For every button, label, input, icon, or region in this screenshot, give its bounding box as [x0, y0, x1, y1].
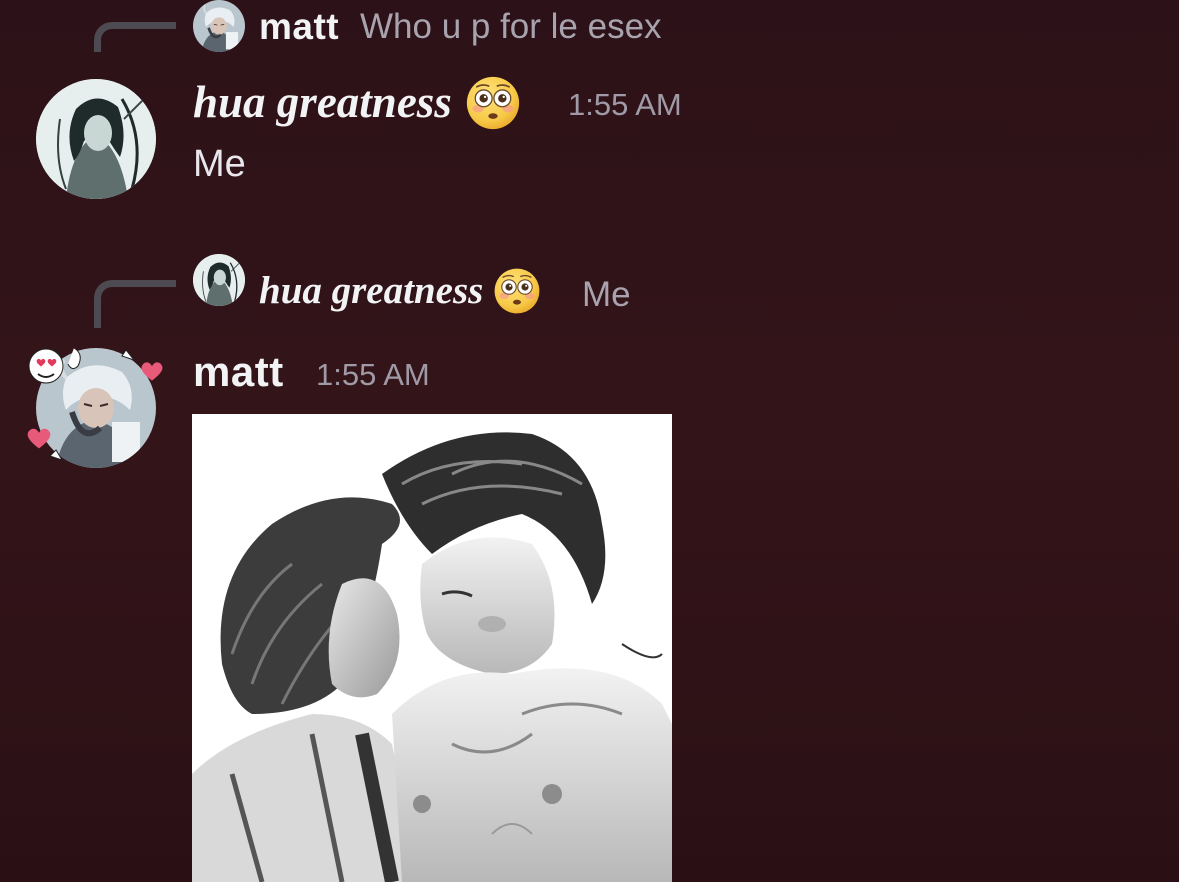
avatar-image — [36, 79, 156, 199]
image-attachment[interactable] — [192, 414, 672, 882]
message-timestamp[interactable]: 1:55 AM — [316, 357, 430, 393]
reply-preview-text[interactable]: Me — [582, 275, 631, 315]
reply-avatar-hua-greatness[interactable] — [193, 254, 245, 306]
author-name-text: hua greatness — [193, 77, 452, 127]
reply-author-text: hua greatness — [259, 269, 484, 312]
reply-preview-text[interactable]: Who u p for le esex — [360, 7, 662, 47]
reply-avatar-matt[interactable] — [193, 0, 245, 52]
flushed-face-icon — [493, 267, 541, 315]
reply-spine-1 — [94, 22, 176, 52]
reply-author[interactable]: hua greatness — [259, 268, 541, 315]
author-avatar-hua-greatness[interactable] — [36, 79, 156, 199]
avatar-image — [193, 254, 245, 306]
message-timestamp[interactable]: 1:55 AM — [568, 87, 682, 123]
attachment-illustration — [192, 414, 672, 882]
message-content: Me — [193, 143, 246, 185]
flushed-face-icon — [465, 75, 521, 131]
reply-author[interactable]: matt — [259, 6, 339, 48]
reply-spine-2 — [94, 280, 176, 328]
author-name[interactable]: hua greatness — [193, 76, 521, 131]
avatar-image — [193, 0, 245, 52]
avatar-decoration-hearts — [27, 347, 163, 461]
author-name[interactable]: matt — [193, 348, 284, 396]
